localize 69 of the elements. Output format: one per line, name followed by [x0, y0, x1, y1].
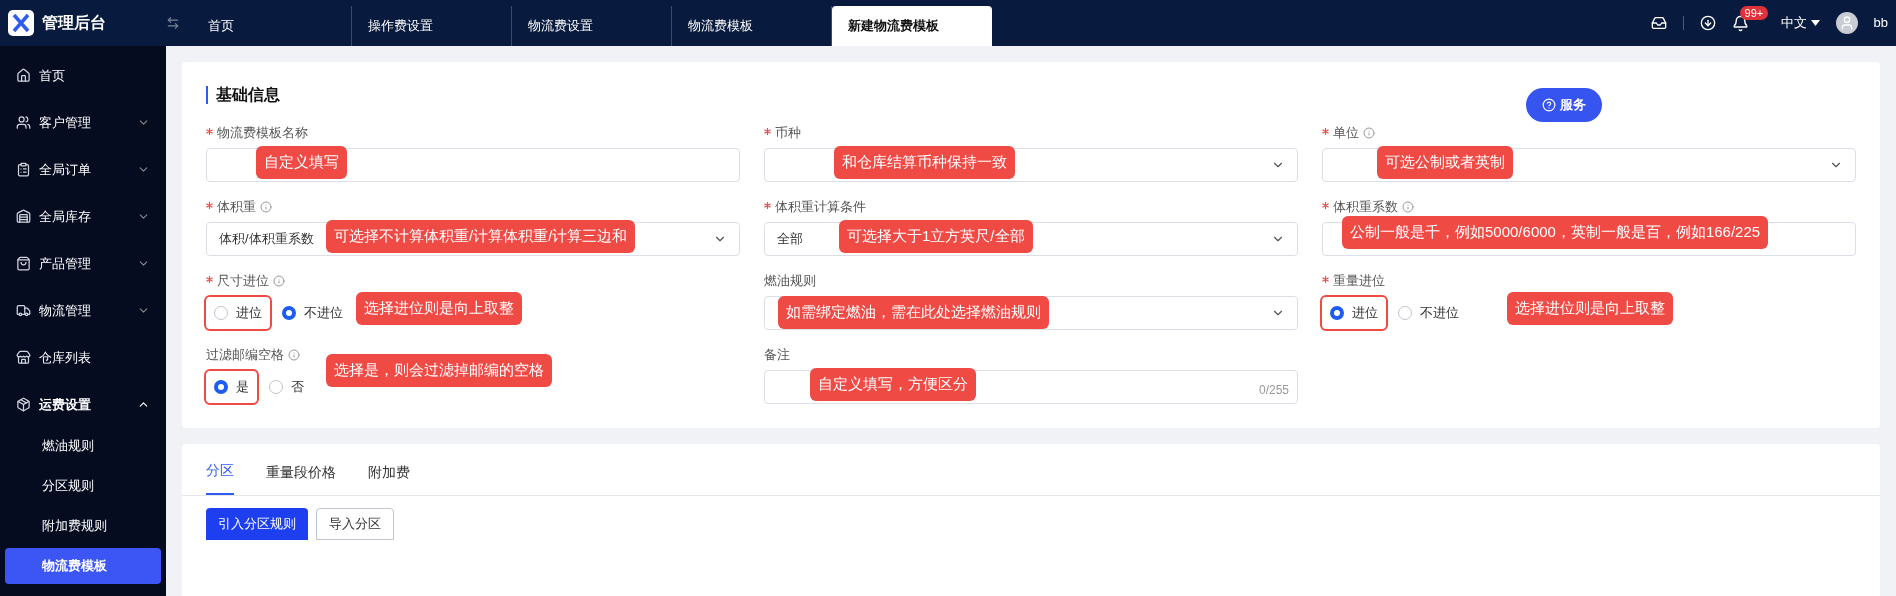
warehouse-icon [16, 209, 31, 224]
annotation-tooltip: 可选公制或者英制 [1377, 146, 1513, 179]
user-name: bb [1873, 14, 1888, 33]
logo-icon [8, 10, 34, 36]
collapse-icon[interactable] [166, 16, 180, 30]
store-icon [16, 350, 31, 365]
sidebar-item[interactable]: 全局库存 [0, 193, 166, 240]
truck-icon [16, 303, 31, 318]
character-counter: 0/255 [1258, 382, 1289, 399]
radio-option[interactable]: 是 [206, 371, 257, 403]
field-label: 重量进位 [1333, 272, 1385, 291]
help-icon [1542, 97, 1556, 112]
field-label: 备注 [764, 346, 790, 365]
field-label: 过滤邮编空格 [206, 346, 284, 365]
section-tab[interactable]: 分区 [206, 460, 234, 495]
annotation-tooltip: 选择进位则是向上取整 [356, 292, 522, 325]
annotation-tooltip: 可选择大于1立方英尺/全部 [839, 220, 1033, 253]
page-tab[interactable]: 物流费设置 [512, 6, 672, 46]
sidebar-item[interactable]: 物流管理 [0, 287, 166, 334]
action-button[interactable]: 引入分区规则 [206, 508, 308, 540]
action-button[interactable]: 导入分区 [316, 508, 394, 540]
annotation-tooltip: 自定义填写 [256, 146, 347, 179]
box-icon [16, 397, 31, 412]
page-tab[interactable]: 操作费设置 [352, 6, 512, 46]
sidebar-item[interactable]: 首页 [0, 52, 166, 99]
section-tab[interactable]: 附加费 [368, 462, 410, 495]
app-title: 管理后台 [42, 13, 106, 33]
field-label: 物流费模板名称 [217, 124, 308, 143]
field-label: 币种 [775, 124, 801, 143]
annotation-tooltip: 公制一般是千，例如5000/6000，英制一般是百，例如166/225 [1342, 216, 1769, 249]
submenu-item[interactable]: 物流费模板 [5, 548, 161, 584]
annotation-tooltip: 选择是，则会过滤掉邮编的空格 [326, 354, 552, 387]
bag-icon [16, 256, 31, 271]
submenu-item[interactable]: 附加费规则 [5, 508, 161, 544]
language-selector[interactable]: 中文 [1780, 13, 1820, 33]
sidebar-item[interactable]: 客户管理 [0, 99, 166, 146]
page-tab[interactable]: 首页 [192, 6, 352, 46]
sidebar-item[interactable]: 仓库列表 [0, 334, 166, 381]
submenu-item[interactable]: 燃油规则 [5, 428, 161, 464]
avatar-icon[interactable] [1835, 12, 1858, 34]
home-icon [16, 68, 31, 83]
annotation-tooltip: 如需绑定燃油，需在此处选择燃油规则 [778, 296, 1049, 329]
section-tab[interactable]: 重量段价格 [266, 462, 336, 495]
annotation-tooltip: 选择进位则是向上取整 [1507, 292, 1673, 325]
field-label: 尺寸进位 [217, 272, 269, 291]
annotation-tooltip: 自定义填写，方便区分 [810, 368, 976, 401]
sidebar-item[interactable]: 产品管理 [0, 240, 166, 287]
inbox-icon[interactable] [1650, 15, 1667, 31]
radio-option[interactable]: 否 [261, 371, 312, 403]
download-icon[interactable] [1699, 15, 1716, 31]
field-label: 单位 [1333, 124, 1359, 143]
field-label: 体积重计算条件 [775, 198, 866, 217]
field-label: 燃油规则 [764, 272, 816, 291]
clipboard-icon [16, 162, 31, 177]
caret-icon [1810, 20, 1820, 26]
radio-option[interactable]: 进位 [1322, 297, 1386, 329]
annotation-tooltip: 和仓库结算币种保持一致 [834, 146, 1015, 179]
users-icon [16, 115, 31, 130]
sidebar-item[interactable]: 运费设置 [0, 381, 166, 428]
annotation-tooltip: 可选择不计算体积重/计算体积重/计算三边和 [326, 220, 636, 253]
radio-option[interactable]: 不进位 [274, 297, 351, 329]
submenu-item[interactable]: 分区规则 [5, 468, 161, 504]
field-label: 体积重 [217, 198, 256, 217]
radio-option[interactable]: 不进位 [1390, 297, 1467, 329]
radio-option[interactable]: 进位 [206, 297, 270, 329]
field-label: 体积重系数 [1333, 198, 1398, 217]
sidebar-item[interactable]: 全局订单 [0, 146, 166, 193]
notification-badge: 99+ [1739, 5, 1769, 20]
page-tab[interactable]: 新建物流费模板 [832, 6, 992, 46]
